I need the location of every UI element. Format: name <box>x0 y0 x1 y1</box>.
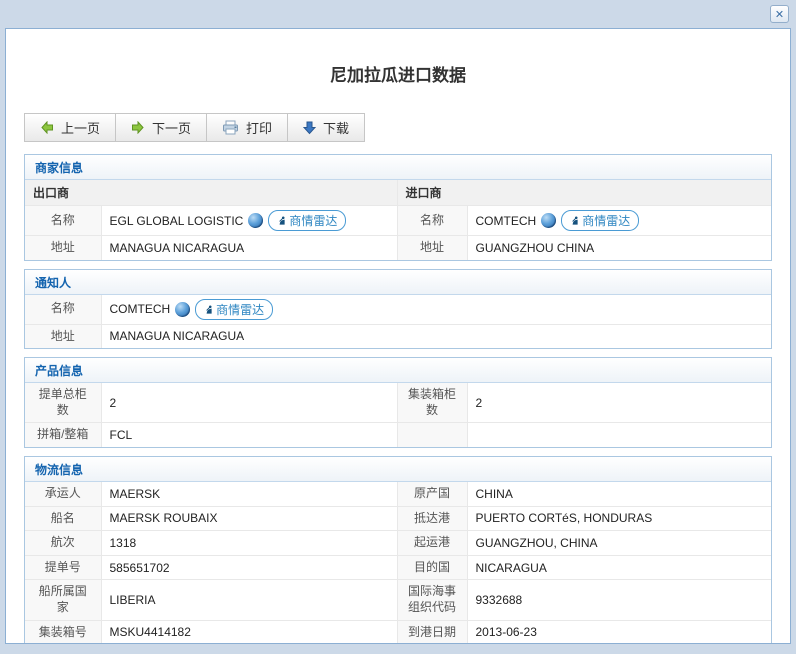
notify-name-label: 名称 <box>25 295 101 325</box>
field-label: 提单号 <box>25 555 101 580</box>
radar-label: 商情雷达 <box>216 301 264 318</box>
section-product-header: 产品信息 <box>25 358 771 383</box>
field-label: 集装箱号 <box>25 620 101 644</box>
next-page-button[interactable]: 下一页 <box>116 114 207 141</box>
exporter-addr-label: 地址 <box>25 236 101 260</box>
globe-icon[interactable] <box>248 213 263 228</box>
field-value: LIBERIA <box>101 580 397 620</box>
satellite-dish-icon <box>275 215 286 226</box>
field-label: 起运港 <box>397 531 467 556</box>
notify-name: COMTECH <box>110 302 171 316</box>
field-value <box>467 423 771 447</box>
table-row: 名称 COMTECH 商情雷达 <box>25 295 771 325</box>
field-label <box>397 423 467 447</box>
close-icon: ✕ <box>775 8 784 21</box>
field-label: 目的国 <box>397 555 467 580</box>
importer-addr: GUANGZHOU CHINA <box>467 236 771 260</box>
field-value: 2 <box>101 383 397 423</box>
close-button[interactable]: ✕ <box>770 5 789 23</box>
print-button[interactable]: 打印 <box>207 114 288 141</box>
importer-name: COMTECH <box>476 214 537 228</box>
arrow-left-green-icon <box>40 121 54 134</box>
arrow-right-green-icon <box>131 121 145 134</box>
field-value: 9332688 <box>467 580 771 620</box>
field-label: 船名 <box>25 506 101 531</box>
field-label: 集装箱柜数 <box>397 383 467 423</box>
field-value: NICARAGUA <box>467 555 771 580</box>
table-row: 提单总柜数 2 集装箱柜数 2 <box>25 383 771 423</box>
section-notify-header: 通知人 <box>25 270 771 295</box>
section-logistics-info: 物流信息 承运人MAERSK原产国CHINA船名MAERSK ROUBAIX抵达… <box>24 456 772 644</box>
importer-header: 进口商 <box>397 180 771 206</box>
radar-link[interactable]: 商情雷达 <box>561 210 639 231</box>
field-value: 1318 <box>101 531 397 556</box>
field-value: MAERSK ROUBAIX <box>101 506 397 531</box>
exporter-addr: MANAGUA NICARAGUA <box>101 236 397 260</box>
table-row: 提单号585651702目的国NICARAGUA <box>25 555 771 580</box>
prev-page-button[interactable]: 上一页 <box>25 114 116 141</box>
field-label: 提单总柜数 <box>25 383 101 423</box>
field-label: 国际海事组织代码 <box>397 580 467 620</box>
field-label: 抵达港 <box>397 506 467 531</box>
exporter-header: 出口商 <box>25 180 397 206</box>
radar-link[interactable]: 商情雷达 <box>195 299 273 320</box>
page-title: 尼加拉瓜进口数据 <box>6 61 790 86</box>
radar-label: 商情雷达 <box>289 212 337 229</box>
satellite-dish-icon <box>568 215 579 226</box>
notify-addr-label: 地址 <box>25 324 101 348</box>
field-label: 承运人 <box>25 482 101 506</box>
importer-name-label: 名称 <box>397 206 467 236</box>
printer-icon <box>222 120 239 135</box>
table-row: 地址 MANAGUA NICARAGUA <box>25 324 771 348</box>
table-row: 船所属国家LIBERIA国际海事组织代码9332688 <box>25 580 771 620</box>
field-value: 2013-06-23 <box>467 620 771 644</box>
dialog-panel: 尼加拉瓜进口数据 上一页 下一页 打印 <box>5 28 791 644</box>
section-product-info: 产品信息 提单总柜数 2 集装箱柜数 2 拼箱/整箱 FCL <box>24 357 772 448</box>
field-label: 船所属国家 <box>25 580 101 620</box>
table-row: 承运人MAERSK原产国CHINA <box>25 482 771 506</box>
toolbar: 上一页 下一页 打印 下载 <box>24 113 365 142</box>
globe-icon[interactable] <box>175 302 190 317</box>
notify-addr: MANAGUA NICARAGUA <box>101 324 771 348</box>
table-row: 船名MAERSK ROUBAIX抵达港PUERTO CORTéS, HONDUR… <box>25 506 771 531</box>
table-row: 拼箱/整箱 FCL <box>25 423 771 447</box>
field-value: CHINA <box>467 482 771 506</box>
globe-icon[interactable] <box>541 213 556 228</box>
table-row: 地址 MANAGUA NICARAGUA 地址 GUANGZHOU CHINA <box>25 236 771 260</box>
section-logistics-header: 物流信息 <box>25 457 771 482</box>
field-value: PUERTO CORTéS, HONDURAS <box>467 506 771 531</box>
download-label: 下载 <box>323 118 349 137</box>
table-row: 出口商 进口商 <box>25 180 771 206</box>
radar-link[interactable]: 商情雷达 <box>268 210 346 231</box>
field-value: GUANGZHOU, CHINA <box>467 531 771 556</box>
radar-label: 商情雷达 <box>582 212 630 229</box>
field-label: 航次 <box>25 531 101 556</box>
field-value: 585651702 <box>101 555 397 580</box>
download-button[interactable]: 下载 <box>288 114 364 141</box>
field-label: 到港日期 <box>397 620 467 644</box>
section-merchant-header: 商家信息 <box>25 155 771 180</box>
exporter-name: EGL GLOBAL LOGISTIC <box>110 214 244 228</box>
print-label: 打印 <box>246 118 272 137</box>
section-notify-party: 通知人 名称 COMTECH 商情雷达 地址 <box>24 269 772 350</box>
exporter-name-label: 名称 <box>25 206 101 236</box>
field-value: MSKU4414182 <box>101 620 397 644</box>
field-value: MAERSK <box>101 482 397 506</box>
table-row: 名称 EGL GLOBAL LOGISTIC 商情雷达 名称 COMTECH <box>25 206 771 236</box>
arrow-down-blue-icon <box>303 121 316 135</box>
field-value: FCL <box>101 423 397 447</box>
prev-page-label: 上一页 <box>61 118 100 137</box>
section-merchant-info: 商家信息 出口商 进口商 名称 EGL GLOBAL LOGISTIC 商情雷达 <box>24 154 772 261</box>
field-value: 2 <box>467 383 771 423</box>
table-row: 航次1318起运港GUANGZHOU, CHINA <box>25 531 771 556</box>
field-label: 拼箱/整箱 <box>25 423 101 447</box>
importer-addr-label: 地址 <box>397 236 467 260</box>
field-label: 原产国 <box>397 482 467 506</box>
next-page-label: 下一页 <box>152 118 191 137</box>
satellite-dish-icon <box>202 304 213 315</box>
table-row: 集装箱号MSKU4414182到港日期2013-06-23 <box>25 620 771 644</box>
